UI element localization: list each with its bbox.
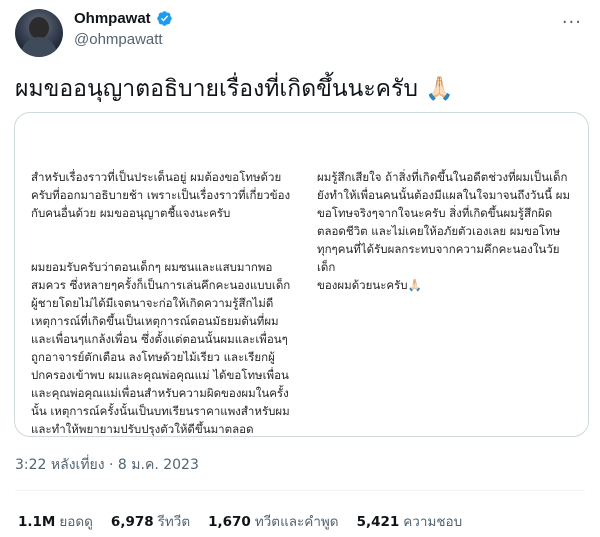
stat-label: ยอดดู — [59, 514, 93, 530]
stat-label: ความชอบ — [403, 514, 463, 530]
stat-views: 1.1M ยอดดู — [18, 510, 93, 532]
stat-label: ทวีตและคำพูด — [254, 514, 339, 530]
stat-label: รีทวีต — [157, 514, 191, 530]
stat-count: 5,421 — [356, 514, 400, 530]
image-paragraph: ผมรู้สึกเสียใจ ถ้าสิ่งที่เกิดขึ้นในอดีตช… — [317, 170, 571, 292]
attached-image-card[interactable]: สำหรับเรื่องราวที่เป็นประเด็นอยู่ ผมต้อง… — [14, 112, 589, 437]
stat-count: 1.1M — [18, 514, 56, 530]
tweet-text: ผมขออนุญาตอธิบายเรื่องที่เกิดขึ้นนะครับ … — [15, 76, 454, 102]
avatar-head-shape — [29, 17, 49, 39]
stat-count: 6,978 — [110, 514, 154, 530]
avatar[interactable] — [15, 9, 63, 57]
more-horizontal-icon[interactable]: ··· — [562, 12, 582, 33]
stat-quotes[interactable]: 1,670 ทวีตและคำพูด — [208, 510, 338, 532]
engagement-stats: 1.1M ยอดดู 6,978 รีทวีต 1,670 ทวีตและคำพูด … — [18, 510, 462, 532]
user-handle[interactable]: @ohmpawatt — [74, 31, 163, 48]
stat-likes[interactable]: 5,421 ความชอบ — [357, 510, 463, 532]
divider — [15, 490, 585, 491]
verified-badge-icon — [156, 11, 172, 26]
image-text-right-column: ผมรู้สึกเสียใจ ถ้าสิ่งที่เกิดขึ้นในอดีตช… — [317, 150, 577, 312]
image-paragraph: ผมยอมรับครับว่าตอนเด็กๆ ผมซนและแสบมากพอ … — [31, 260, 291, 436]
image-text-left-column: สำหรับเรื่องราวที่เป็นประเด็นอยู่ ผมต้อง… — [31, 150, 306, 456]
tweet-timestamp[interactable]: 3:22 หลังเที่ยง · 8 ม.ค. 2023 — [15, 454, 199, 476]
author-name-row: Ohmpawat — [74, 10, 173, 27]
stat-count: 1,670 — [208, 514, 251, 530]
stat-retweets[interactable]: 6,978 รีทวีต — [111, 510, 190, 532]
image-paragraph: สำหรับเรื่องราวที่เป็นประเด็นอยู่ ผมต้อง… — [31, 170, 291, 220]
avatar-body-shape — [21, 37, 57, 57]
display-name[interactable]: Ohmpawat — [74, 10, 151, 27]
